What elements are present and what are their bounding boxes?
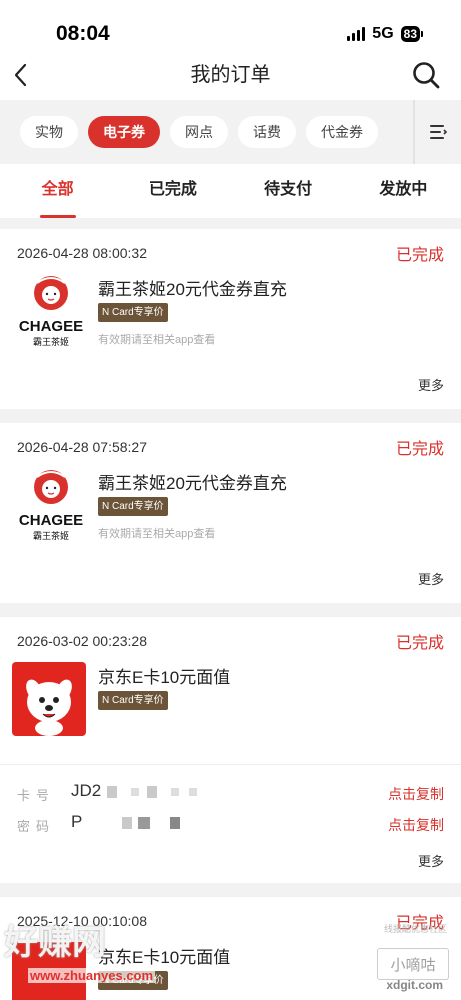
watermark-text: 好赚网 — [4, 924, 106, 962]
status-indicators: 5G 83 — [347, 25, 423, 43]
battery-icon: 83 — [400, 26, 423, 42]
tab-label: 待支付 — [264, 181, 313, 198]
watermark-site-small: 线报酷优惠社区 — [383, 924, 447, 934]
order-product-name: 霸王茶姬20元代金券直充 — [98, 474, 287, 493]
chagee-logo: CHAGEE 霸王茶姬 — [19, 276, 83, 348]
watermark-badge: 小嘀咕 — [377, 948, 449, 980]
logo-brand-text: CHAGEE — [19, 318, 83, 335]
tab-label: 全部 — [41, 181, 74, 198]
watermark-site-url: xdgit.com — [386, 978, 443, 992]
status-bar: 08:04 5G 83 — [0, 0, 461, 62]
category-bar: 实物 电子券 网点 话费 代金券 — [0, 100, 461, 164]
category-menu-button[interactable] — [413, 100, 461, 164]
category-chip-phone-credit[interactable]: 话费 — [238, 116, 296, 148]
password-value: P — [71, 812, 181, 832]
card-number-label: 卡号 — [17, 788, 56, 803]
order-status: 已完成 — [395, 635, 444, 652]
logo-brand-sub: 霸王茶姬 — [33, 336, 69, 348]
card-number-value: JD2 — [71, 781, 198, 801]
page-title: 我的订单 — [190, 64, 271, 86]
ncard-price-tag: N Card专享价 — [98, 303, 168, 322]
tab-underline — [39, 215, 76, 218]
more-button[interactable]: 更多 — [418, 375, 444, 394]
status-time: 08:04 — [56, 22, 110, 45]
category-chip-ecoupon[interactable]: 电子券 — [88, 116, 160, 148]
tab-completed[interactable]: 已完成 — [115, 164, 230, 218]
order-card[interactable]: 2026-03-02 00:23:28 已完成 京东E卡10元面值 N Card… — [0, 617, 461, 883]
jd-dog-logo — [12, 662, 86, 736]
category-chip-physical[interactable]: 实物 — [20, 116, 78, 148]
card-credentials: 卡号 JD2 点击复制 密码 P 点击复制 — [0, 764, 461, 834]
battery-level: 83 — [400, 26, 420, 42]
nav-bar: 我的订单 — [0, 62, 461, 100]
category-chip-voucher[interactable]: 代金券 — [306, 116, 378, 148]
order-product-name: 霸王茶姬20元代金券直充 — [98, 280, 287, 299]
network-type: 5G — [372, 25, 394, 42]
order-product-name: 京东E卡10元面值 — [98, 668, 231, 687]
tab-label: 发放中 — [379, 181, 428, 198]
more-button[interactable]: 更多 — [418, 569, 444, 588]
more-button[interactable]: 更多 — [418, 851, 444, 870]
order-status: 已完成 — [395, 247, 444, 264]
tab-pending-payment[interactable]: 待支付 — [231, 164, 346, 218]
card-number-row: 卡号 JD2 点击复制 — [17, 781, 444, 807]
copy-password-button[interactable]: 点击复制 — [388, 815, 444, 835]
logo-brand-sub: 霸王茶姬 — [33, 530, 69, 542]
ncard-price-tag: N Card专享价 — [98, 691, 168, 710]
tab-label: 已完成 — [148, 181, 197, 198]
copy-card-number-button[interactable]: 点击复制 — [388, 784, 444, 804]
chagee-logo: CHAGEE 霸王茶姬 — [19, 470, 83, 542]
logo-brand-text: CHAGEE — [19, 512, 83, 529]
order-status: 已完成 — [395, 441, 444, 458]
tab-issuing[interactable]: 发放中 — [346, 164, 461, 218]
order-date: 2026-04-28 07:58:27 — [17, 439, 147, 455]
password-row: 密码 P 点击复制 — [17, 812, 444, 838]
order-card[interactable]: 2026-04-28 08:00:32 已完成 CHAGEE 霸王茶姬 霸王茶姬… — [0, 229, 461, 409]
order-tabs: 全部 已完成 待支付 发放中 — [0, 164, 461, 218]
order-product-name: 京东E卡10元面值 — [98, 948, 231, 967]
watermark-url: www.zhuanyes.com — [28, 968, 156, 983]
category-chip-outlet[interactable]: 网点 — [170, 116, 228, 148]
tab-all[interactable]: 全部 — [0, 164, 115, 218]
menu-icon — [430, 125, 448, 139]
password-label: 密码 — [17, 819, 56, 834]
order-date: 2026-04-28 08:00:32 — [17, 245, 147, 261]
validity-hint: 有效期请至相关app查看 — [98, 528, 216, 540]
search-icon[interactable] — [411, 60, 441, 90]
signal-icon — [347, 27, 366, 41]
ncard-price-tag: N Card专享价 — [98, 497, 168, 516]
validity-hint: 有效期请至相关app查看 — [98, 334, 216, 346]
order-card[interactable]: 2026-04-28 07:58:27 已完成 CHAGEE 霸王茶姬 霸王茶姬… — [0, 423, 461, 603]
order-date: 2026-03-02 00:23:28 — [17, 633, 147, 649]
